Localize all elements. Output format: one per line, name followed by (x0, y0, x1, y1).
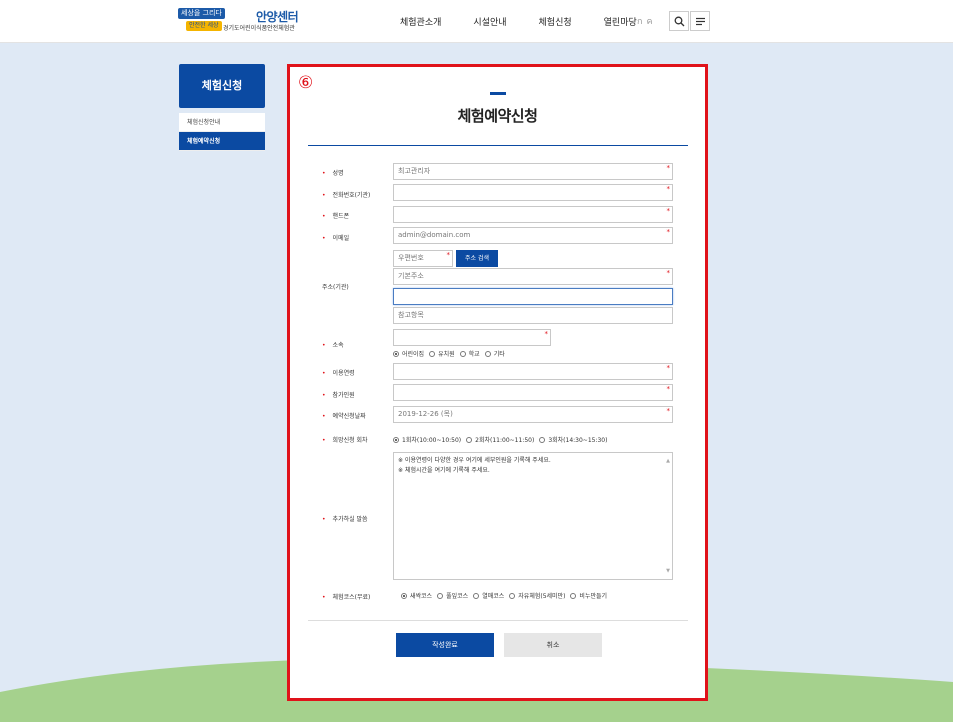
email-field[interactable]: admin@domain.com * (393, 227, 673, 244)
radio-other[interactable]: 기타 (484, 349, 505, 358)
name-field[interactable]: 최고관리자 * (393, 163, 673, 180)
scroll-down-icon[interactable]: ▼ (666, 566, 670, 576)
age-label: • 이용연령 (322, 370, 355, 377)
base-address-field[interactable]: 기본주소 * (393, 268, 673, 285)
search-button[interactable] (669, 11, 689, 31)
phone-field[interactable]: * (393, 184, 673, 201)
site-header: 세상을 그리다 안전한 세상 안양센터 경기도어린이식품안전체험관 체험관소개 … (0, 0, 953, 43)
phone-label: • 전화번호(기관) (322, 192, 371, 199)
radio-course-leaf[interactable]: 풀잎코스 (437, 591, 468, 600)
comment-label: • 추가하실 말씀 (322, 516, 368, 523)
sidebar-item-reservation[interactable]: 체험예약신청 (179, 132, 265, 151)
nav-item-apply[interactable]: 체험신청 (539, 15, 572, 28)
session-label: • 희망신청 회차 (322, 437, 368, 444)
affiliation-field[interactable]: * (393, 329, 551, 346)
affiliation-radio-group: 어린이집 유치원 학교 기타 (393, 349, 510, 358)
reservation-form-panel: ⑥ 체험예약신청 • 성명 최고관리자 * • 전화번호(기관) * • 핸드폰 * •… (287, 64, 708, 701)
radio-session-2[interactable]: 2회차(11:00~11:50) (466, 435, 534, 444)
radio-daycare[interactable]: 어린이집 (393, 349, 424, 358)
radio-kindergarten[interactable]: 유치원 (429, 349, 455, 358)
menu-button[interactable] (690, 11, 710, 31)
font-smaller-icon[interactable]: ค (646, 17, 652, 27)
logo-badge-bottom: 안전한 세상 (186, 21, 222, 31)
form-bottom-divider (308, 620, 688, 621)
comment-line-2: ※ 체험시간을 여기에 기록해 주세요. (398, 467, 490, 474)
name-label: • 성명 (322, 170, 344, 177)
radio-school[interactable]: 학교 (459, 349, 480, 358)
font-larger-icon[interactable]: ก (637, 17, 642, 27)
mobile-field[interactable]: * (393, 206, 673, 223)
logo-badge-top: 세상을 그리다 (178, 8, 225, 19)
participants-label: • 참가인원 (322, 392, 355, 399)
search-icon (674, 16, 685, 27)
step-marker: ⑥ (298, 73, 314, 93)
logo-subtitle: 경기도어린이식품안전체험관 (223, 25, 295, 32)
title-divider (308, 145, 688, 146)
radio-course-free[interactable]: 자유체험(5세미만) (509, 591, 565, 600)
address-search-button[interactable]: 주소 검색 (456, 250, 498, 267)
nav-item-about[interactable]: 체험관소개 (400, 15, 441, 28)
font-size-controls: กค (637, 14, 656, 28)
sidebar-item-guide[interactable]: 체험신청안내 (179, 113, 265, 132)
age-field[interactable]: * (393, 363, 673, 380)
submit-button[interactable]: 작성완료 (396, 633, 494, 657)
affiliation-label: • 소속 (322, 342, 344, 349)
zipcode-field[interactable]: 우편번호 * (393, 250, 453, 267)
participants-field[interactable]: * (393, 384, 673, 401)
page-title: 체험예약신청 (457, 107, 538, 125)
mobile-label: • 핸드폰 (322, 213, 350, 220)
scroll-up-icon[interactable]: ▲ (666, 456, 670, 466)
site-logo[interactable]: 세상을 그리다 안전한 세상 안양센터 경기도어린이식품안전체험관 (178, 8, 303, 34)
cancel-button[interactable]: 취소 (504, 633, 602, 657)
radio-course-soap[interactable]: 비누만들기 (570, 591, 607, 600)
detail-address-field[interactable] (393, 288, 673, 305)
course-radio-group: 새싹코스 풀잎코스 열매코스 자유체험(5세미만) 비누만들기 (401, 591, 612, 600)
comment-textarea[interactable]: ※ 이용연령이 다양한 경우 여기에 세부인원을 기록해 주세요. ※ 체험시간… (393, 452, 673, 580)
date-label: • 예약신청날짜 (322, 413, 366, 420)
session-radio-group: 1회차(10:00~10:50) 2회차(11:00~11:50) 3회차(14… (393, 435, 612, 444)
comment-line-1: ※ 이용연령이 다양한 경우 여기에 세부인원을 기록해 주세요. (398, 457, 551, 464)
nav-item-community[interactable]: 열린마당 (604, 15, 637, 28)
address-label: 주소(기관) (322, 284, 349, 291)
date-field[interactable]: 2019-12-26 (목) * (393, 406, 673, 423)
email-label: • 이메일 (322, 235, 350, 242)
radio-session-1[interactable]: 1회차(10:00~10:50) (393, 435, 461, 444)
sidebar-menu: 체험신청안내 체험예약신청 (179, 113, 265, 151)
sidebar-title: 체험신청 (179, 64, 265, 108)
nav-item-facility[interactable]: 시설안내 (473, 15, 506, 28)
radio-course-fruit[interactable]: 열매코스 (473, 591, 504, 600)
course-label: • 체험코스(무료) (322, 594, 371, 601)
radio-session-3[interactable]: 3회차(14:30~15:30) (539, 435, 607, 444)
title-accent-bar (490, 92, 506, 95)
main-nav: 체험관소개 시설안내 체험신청 열린마당 (400, 15, 669, 28)
reference-address-field[interactable]: 참고항목 (393, 307, 673, 324)
radio-course-sprout[interactable]: 새싹코스 (401, 591, 432, 600)
hamburger-icon (696, 17, 705, 26)
